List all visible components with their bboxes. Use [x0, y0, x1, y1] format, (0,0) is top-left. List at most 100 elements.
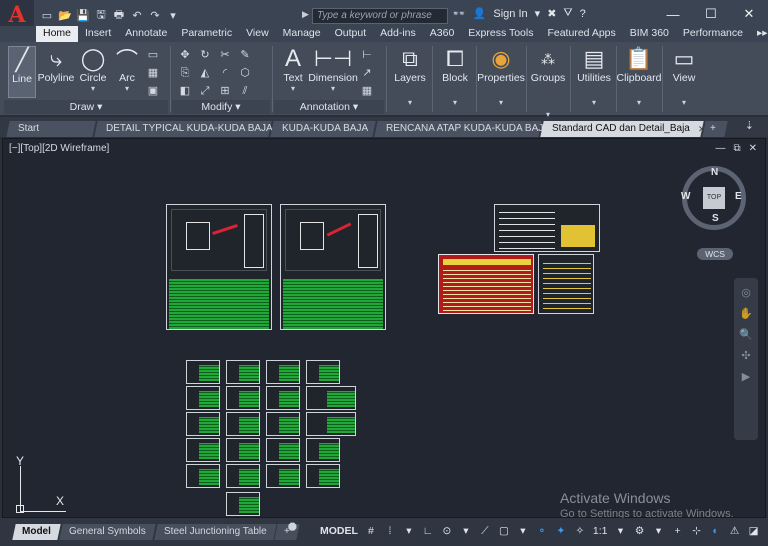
block-dropdown-icon[interactable]: ▾ — [453, 98, 457, 107]
layers-button[interactable]: ⧉ Layers ▾ — [392, 46, 428, 107]
array-icon[interactable]: ⊞ — [218, 84, 232, 98]
mini-sheet[interactable] — [306, 464, 340, 488]
mini-sheet[interactable] — [186, 464, 220, 488]
sign-in-dropdown-icon[interactable]: ▾ — [535, 7, 541, 20]
viewport-restore-icon[interactable]: ⧉ — [733, 143, 740, 154]
clipboard-dropdown-icon[interactable]: ▾ — [637, 98, 641, 107]
layout-menu-icon[interactable]: ⯃ — [288, 522, 297, 535]
fillet-icon[interactable]: ◜ — [218, 66, 232, 80]
redo-icon[interactable]: ↷ — [148, 8, 162, 22]
doc-tab-rencana-atap[interactable]: RENCANA ATAP KUDA-KUDA BAJA✕ — [374, 121, 565, 137]
ribbon-more-icon[interactable]: ▸▸ ▭▾ — [750, 26, 768, 42]
annotation-scale-icon[interactable]: ✧ — [572, 521, 588, 541]
mini-sheet[interactable] — [226, 492, 260, 516]
layers-dropdown-icon[interactable]: ▾ — [408, 98, 412, 107]
annotation-scale-value[interactable]: 1:1 — [591, 521, 610, 541]
units-icon[interactable]: ⊹ — [689, 521, 705, 541]
mini-sheet[interactable] — [226, 438, 260, 462]
zoom-icon[interactable]: 🔍 — [734, 328, 758, 341]
rotate-icon[interactable]: ↻ — [198, 48, 212, 62]
ribbon-tab-add-ins[interactable]: Add-ins — [373, 26, 423, 42]
search-input[interactable]: Type a keyword or phrase — [312, 8, 448, 24]
compass-north[interactable]: N — [711, 167, 718, 178]
isodraft-icon[interactable]: ⟋ — [477, 521, 493, 541]
rectangle-icon[interactable]: ▭ — [146, 48, 160, 62]
close-button[interactable]: ✕ — [730, 0, 768, 28]
compass-east[interactable]: E — [735, 191, 742, 202]
ribbon-tab-output[interactable]: Output — [328, 26, 374, 42]
grid-icon[interactable]: # — [363, 521, 379, 541]
osnap-icon[interactable]: ▢ — [496, 521, 512, 541]
annotation-monitor-icon[interactable]: + — [670, 521, 686, 541]
table-icon[interactable]: ▦ — [360, 84, 374, 98]
exchange-icon[interactable]: ✖ — [547, 7, 556, 20]
viewcube[interactable]: TOP N S E W — [681, 166, 746, 230]
explode-icon[interactable]: ⬡ — [238, 66, 252, 80]
ribbon-tab-express-tools[interactable]: Express Tools — [461, 26, 540, 42]
help-icon[interactable]: ? — [580, 8, 586, 20]
wcs-menu[interactable]: WCS — [697, 248, 733, 260]
compass-west[interactable]: W — [681, 191, 690, 202]
mini-sheet[interactable] — [266, 360, 300, 384]
snap-icon[interactable]: ⁞ — [382, 521, 398, 541]
dimension-dropdown-icon[interactable]: ▾ — [331, 84, 335, 93]
viewport-minimize-icon[interactable]: — — [715, 143, 725, 154]
ribbon-tab-a360[interactable]: A360 — [423, 26, 462, 42]
ortho-icon[interactable]: ∟ — [420, 521, 436, 541]
orbit-icon[interactable]: ✣ — [734, 349, 758, 362]
mini-sheet[interactable] — [226, 464, 260, 488]
ribbon-tab-bim-360[interactable]: BIM 360 — [623, 26, 676, 42]
properties-button[interactable]: ◉ Properties ▾ — [477, 46, 525, 107]
layout-tab-general-symbols[interactable]: General Symbols — [59, 524, 156, 540]
stretch-icon[interactable]: ◧ — [178, 84, 192, 98]
quick-properties-icon[interactable]: ◐ — [708, 521, 724, 541]
qat-dropdown-icon[interactable]: ▾ — [166, 8, 180, 22]
minimize-button[interactable]: — — [654, 0, 692, 28]
save-icon[interactable]: 💾 — [76, 8, 90, 22]
osnap-dropdown-icon[interactable]: ▾ — [515, 521, 531, 541]
properties-dropdown-icon[interactable]: ▾ — [499, 98, 503, 107]
scale-dropdown-icon[interactable]: ▾ — [613, 521, 629, 541]
mini-sheet[interactable] — [266, 464, 300, 488]
drawing-sheet[interactable] — [538, 254, 594, 314]
copy-icon[interactable]: ⎘ — [178, 66, 192, 80]
search-expand-icon[interactable]: ▶ — [302, 9, 309, 20]
lock-ui-icon[interactable]: ⚠ — [727, 521, 743, 541]
drawing-sheet-red[interactable] — [438, 254, 534, 314]
save-as-icon[interactable]: 🖫 — [94, 8, 108, 22]
gradient-icon[interactable]: ▣ — [146, 84, 160, 98]
a360-icon[interactable]: ⛛ — [563, 7, 572, 20]
groups-button[interactable]: ⁂ Groups ▾ — [530, 46, 566, 120]
isolate-objects-icon[interactable]: ◪ — [746, 521, 762, 541]
lineweight-icon[interactable]: ⚬ — [534, 521, 550, 541]
drawing-sheet[interactable] — [166, 204, 272, 330]
hatch-icon[interactable]: ▦ — [146, 66, 160, 80]
steering-wheel-icon[interactable]: ◎ — [734, 286, 758, 299]
line-button[interactable]: ╱ Line — [8, 46, 36, 98]
view-dropdown-icon[interactable]: ▾ — [682, 98, 686, 107]
new-tab-button[interactable]: + — [702, 121, 728, 137]
arc-button[interactable]: ⌒ Arc ▾ — [112, 46, 142, 93]
undo-icon[interactable]: ↶ — [130, 8, 144, 22]
block-button[interactable]: ⧠ Block ▾ — [438, 46, 472, 107]
snap-dropdown-icon[interactable]: ▾ — [401, 521, 417, 541]
mini-sheet[interactable] — [266, 412, 300, 436]
move-icon[interactable]: ✥ — [178, 48, 192, 62]
viewcube-top-face[interactable]: TOP — [703, 187, 725, 209]
ribbon-tab-featured-apps[interactable]: Featured Apps — [540, 26, 622, 42]
draw-panel-footer[interactable]: Draw ▾ — [4, 100, 168, 114]
polar-icon[interactable]: ⊙ — [439, 521, 455, 541]
workspace-dropdown-icon[interactable]: ▾ — [651, 521, 667, 541]
ribbon-tab-parametric[interactable]: Parametric — [174, 26, 239, 42]
ribbon-tab-annotate[interactable]: Annotate — [118, 26, 174, 42]
binoculars-icon[interactable]: 👓 — [452, 7, 466, 20]
circle-dropdown-icon[interactable]: ▾ — [91, 84, 95, 93]
mini-sheet[interactable] — [226, 386, 260, 410]
open-icon[interactable]: 📂 — [58, 8, 72, 22]
arc-dropdown-icon[interactable]: ▾ — [125, 84, 129, 93]
erase-icon[interactable]: ✎ — [238, 48, 252, 62]
ribbon-tab-manage[interactable]: Manage — [276, 26, 328, 42]
mini-sheet[interactable] — [266, 386, 300, 410]
mini-sheet[interactable] — [306, 412, 356, 436]
drawing-sheet[interactable] — [280, 204, 386, 330]
